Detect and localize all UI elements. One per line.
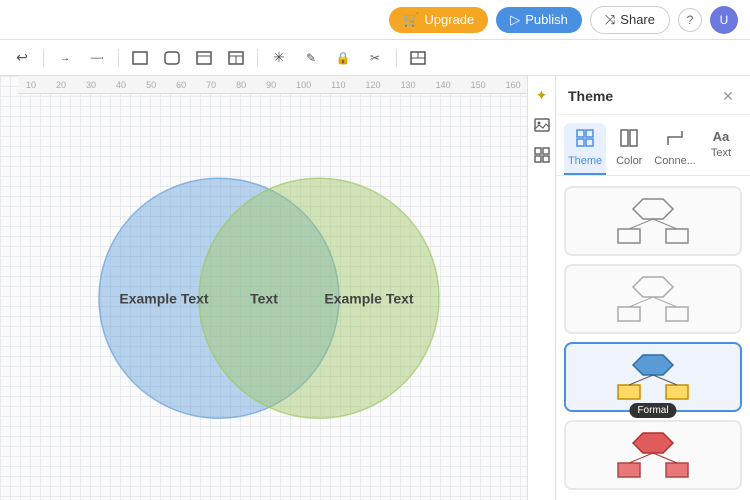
- theme-card-colorful[interactable]: [564, 420, 742, 490]
- toolbar-separator-3: [257, 49, 258, 67]
- tab-color-label: Color: [616, 155, 642, 167]
- topbar: 🛒 Upgrade ▷ Publish ⤨ Share ? U: [0, 0, 750, 40]
- publish-label: Publish: [525, 12, 568, 27]
- venn-left-label: Example Text: [119, 290, 209, 306]
- venn-diagram[interactable]: Example Text Text Example Text: [64, 173, 464, 428]
- tab-text-label: Text: [711, 147, 731, 159]
- panel-close-button[interactable]: ✕: [718, 86, 738, 106]
- cart-icon: 🛒: [403, 12, 419, 28]
- help-label: ?: [687, 13, 694, 27]
- theme-card-default[interactable]: [564, 186, 742, 256]
- arrow-tool[interactable]: →: [51, 44, 79, 72]
- panel-tabs: Theme Color Conne... Aa Text: [556, 115, 750, 176]
- magic-tool[interactable]: ✦: [531, 84, 553, 106]
- rectangle-tool[interactable]: [126, 44, 154, 72]
- venn-center-label: Text: [250, 290, 278, 306]
- theme-card-minimal[interactable]: [564, 264, 742, 334]
- waypoint-tool[interactable]: ✳: [265, 44, 293, 72]
- lock-tool[interactable]: 🔒: [329, 44, 357, 72]
- undo-button[interactable]: ↩: [8, 44, 36, 72]
- right-toolbar: ✦: [527, 76, 555, 500]
- toolbar-separator: [43, 49, 44, 67]
- tab-theme[interactable]: Theme: [564, 123, 606, 175]
- theme-card-formal[interactable]: Formal: [564, 342, 742, 412]
- tab-text[interactable]: Aa Text: [700, 123, 742, 175]
- toolbar: ↩ → —· ✳ ✎ 🔒 ✂: [0, 40, 750, 76]
- upgrade-label: Upgrade: [424, 12, 474, 27]
- panel-header: Theme ✕: [556, 76, 750, 115]
- edit-tool[interactable]: ✎: [297, 44, 325, 72]
- main-area: 10 20 30 40 50 60 70 80 90 100 110 120 1…: [0, 76, 750, 500]
- line-style-tool[interactable]: —·: [83, 44, 111, 72]
- text-tab-icon: Aa: [713, 129, 730, 144]
- upgrade-button[interactable]: 🛒 Upgrade: [389, 7, 488, 33]
- panel-content: Formal: [556, 176, 750, 500]
- grid-panel-tool[interactable]: [531, 144, 553, 166]
- panel-title: Theme: [568, 88, 613, 104]
- container-tool[interactable]: [190, 44, 218, 72]
- connector-tab-icon: [666, 129, 684, 152]
- side-panel: Theme ✕ Theme Color Conne...: [555, 76, 750, 500]
- venn-right-label: Example Text: [324, 290, 414, 306]
- theme-tab-icon: [576, 129, 594, 152]
- publish-icon: ▷: [510, 12, 520, 28]
- rounded-rect-tool[interactable]: [158, 44, 186, 72]
- theme-formal-label: Formal: [629, 403, 676, 418]
- tools-button[interactable]: ✂: [361, 44, 389, 72]
- table-tool[interactable]: [222, 44, 250, 72]
- canvas-area[interactable]: 10 20 30 40 50 60 70 80 90 100 110 120 1…: [0, 76, 527, 500]
- share-icon: ⤨: [605, 12, 615, 28]
- publish-button[interactable]: ▷ Publish: [496, 7, 582, 33]
- share-label: Share: [620, 12, 655, 27]
- tab-connector[interactable]: Conne...: [652, 123, 698, 175]
- share-button[interactable]: ⤨ Share: [590, 6, 670, 34]
- help-button[interactable]: ?: [678, 8, 702, 32]
- image-tool[interactable]: [404, 44, 432, 72]
- tab-theme-label: Theme: [568, 155, 602, 167]
- avatar[interactable]: U: [710, 6, 738, 34]
- tab-color[interactable]: Color: [608, 123, 650, 175]
- toolbar-separator-4: [396, 49, 397, 67]
- color-tab-icon: [620, 129, 638, 152]
- toolbar-separator-2: [118, 49, 119, 67]
- tab-connector-label: Conne...: [654, 155, 696, 167]
- image-panel-tool[interactable]: [531, 114, 553, 136]
- ruler-top: 10 20 30 40 50 60 70 80 90 100 110 120 1…: [18, 76, 527, 94]
